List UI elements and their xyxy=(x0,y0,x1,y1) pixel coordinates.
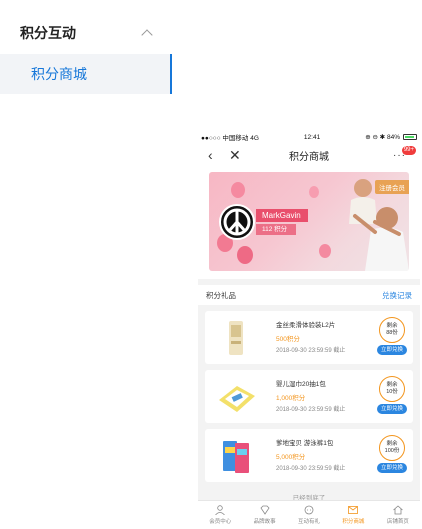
sidebar-menu-group: 积分互动 积分商城 xyxy=(0,12,172,94)
redeem-button[interactable]: 立即兑换 xyxy=(376,404,407,414)
section-title: 积分礼品 xyxy=(206,290,236,300)
balloon-decoration xyxy=(309,186,319,198)
gift-points: 500积分 xyxy=(276,336,300,343)
status-bar: ●●○○○ 中国移动 4G 12:41 ⊕ ⊖ ✱ 84% xyxy=(198,130,420,144)
remaining-label: 剩余 xyxy=(386,382,398,388)
redeem-button[interactable]: 立即兑换 xyxy=(376,345,407,355)
tab-store-home[interactable]: 店铺首页 xyxy=(376,501,420,529)
remaining-count: 100份 xyxy=(384,448,400,454)
gift-card[interactable]: 婴儿湿巾20抽1包 1,000积分 2018-09-30 23:59:59 截止… xyxy=(205,370,413,423)
member-level-badge: 注册会员 xyxy=(375,180,409,194)
tab-member-center[interactable]: 会员中心 xyxy=(198,501,242,529)
gift-card[interactable]: 爹地宝贝 游泳裤1包 5,000积分 2018-09-30 23:59:59 截… xyxy=(205,429,413,482)
remaining-label: 剩余 xyxy=(386,441,398,447)
menu-item-points-mall[interactable]: 积分商城 xyxy=(0,54,172,94)
member-name: MarkGavin xyxy=(256,209,308,222)
user-icon xyxy=(215,505,226,515)
diamond-icon xyxy=(260,505,270,515)
gift-deadline: 2018-09-30 23:59:59 截止 xyxy=(276,348,346,354)
gift-card[interactable]: 金丝柔滑体验装L2片 500积分 2018-09-30 23:59:59 截止 … xyxy=(205,311,413,364)
gifts-section-header: 积分礼品 兑换记录 xyxy=(198,285,420,305)
tab-brand-story[interactable]: 品牌故事 xyxy=(242,501,286,529)
close-icon[interactable]: ✕ xyxy=(229,147,241,164)
back-icon[interactable]: ‹ xyxy=(208,147,213,163)
avatar xyxy=(219,204,255,240)
status-time: 12:41 xyxy=(303,133,321,141)
status-carrier: ●●○○○ 中国移动 4G xyxy=(201,135,259,142)
phone-preview: ●●○○○ 中国移动 4G 12:41 ⊕ ⊖ ✱ 84% ‹ ✕ 积分商城 ·… xyxy=(198,130,420,529)
gift-deadline: 2018-09-30 23:59:59 截止 xyxy=(276,407,346,413)
balloon-decoration xyxy=(319,244,331,258)
tab-label: 店铺首页 xyxy=(386,519,409,525)
gift-name: 爹地宝贝 游泳裤1包 xyxy=(276,440,334,447)
tab-label: 积分商城 xyxy=(342,519,365,525)
tab-interactive-gifts[interactable]: 互动有礼 xyxy=(287,501,331,529)
balloon-decoration xyxy=(237,246,253,264)
remaining-count: 88份 xyxy=(386,330,398,336)
member-points: 112 积分 xyxy=(256,224,296,235)
tab-label: 会员中心 xyxy=(209,519,232,525)
menu-group-title: 积分互动 xyxy=(20,25,76,41)
status-right: ⊕ ⊖ ✱ 84% xyxy=(365,133,417,141)
banner-area: 注册会员 MarkGavin 112 积分 xyxy=(198,166,420,279)
status-indicators: ⊕ ⊖ ✱ 84% xyxy=(365,134,400,141)
notification-badge: 99+ xyxy=(401,146,416,155)
page: 积分互动 积分商城 ●●○○○ 中国移动 4G 12:41 ⊕ ⊖ ✱ 84% … xyxy=(0,0,422,529)
gift-points: 1,000积分 xyxy=(276,395,306,402)
balloon-decoration xyxy=(231,182,245,198)
tab-points-mall[interactable]: 积分商城 xyxy=(331,501,375,529)
battery-icon xyxy=(402,134,417,140)
remaining-stock: 剩余 100份 xyxy=(379,435,405,461)
member-banner: 注册会员 MarkGavin 112 积分 xyxy=(209,172,409,271)
tab-label: 互动有礼 xyxy=(298,519,321,525)
nav-bar: ‹ ✕ 积分商城 ··· 99+ xyxy=(198,144,420,166)
gift-name: 金丝柔滑体验装L2片 xyxy=(276,322,336,329)
bottom-tab-bar: 会员中心 品牌故事 互动有礼 积分商城 店铺首页 xyxy=(198,500,420,529)
gift-image-diaper xyxy=(229,321,243,355)
redeem-history-link[interactable]: 兑换记录 xyxy=(382,290,412,301)
remaining-count: 10份 xyxy=(386,389,398,395)
gift-image-wipes xyxy=(219,386,255,412)
chevron-up-icon[interactable] xyxy=(142,28,152,38)
remaining-stock: 剩余 10份 xyxy=(379,376,405,402)
menu-group-header[interactable]: 积分互动 xyxy=(0,12,172,54)
home-icon xyxy=(393,505,403,515)
redeem-button[interactable]: 立即兑换 xyxy=(376,463,407,473)
gift-deadline: 2018-09-30 23:59:59 截止 xyxy=(276,466,346,472)
mail-icon xyxy=(348,506,359,514)
gift-points: 5,000积分 xyxy=(276,454,306,461)
peace-icon xyxy=(223,208,251,236)
tab-label: 品牌故事 xyxy=(253,519,276,525)
gift-name: 婴儿湿巾20抽1包 xyxy=(276,381,326,388)
remaining-label: 剩余 xyxy=(386,323,398,329)
remaining-stock: 剩余 88份 xyxy=(379,317,405,343)
gift-image-swim-pants xyxy=(223,441,249,473)
chat-icon xyxy=(304,505,314,515)
